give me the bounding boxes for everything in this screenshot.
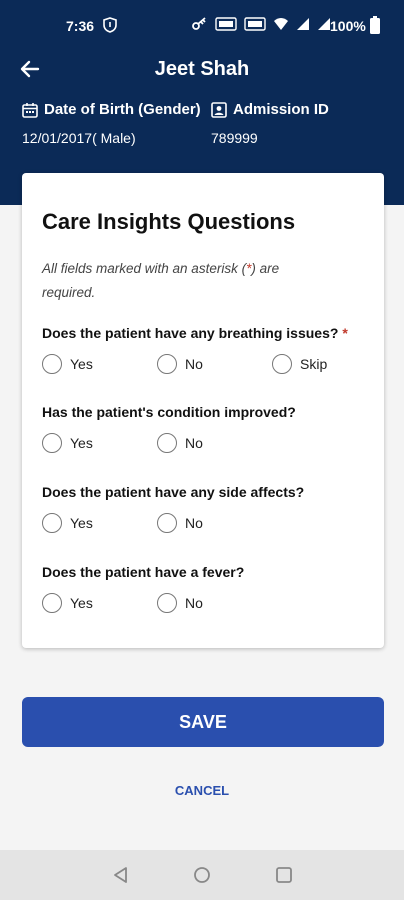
dob-label-text: Date of Birth (Gender) bbox=[44, 101, 201, 118]
status-time: 7:36 bbox=[66, 18, 95, 34]
required-note: All fields marked with an asterisk (*) a… bbox=[42, 257, 332, 305]
option-side-effects-yes[interactable]: Yes bbox=[42, 513, 93, 533]
status-icons bbox=[192, 17, 331, 31]
volte2-icon bbox=[244, 17, 266, 31]
admission-label-text: Admission ID bbox=[233, 101, 329, 118]
question-side-effects: Does the patient have any side affects? bbox=[42, 484, 304, 500]
option-condition-no[interactable]: No bbox=[157, 433, 203, 453]
required-asterisk: * bbox=[342, 325, 348, 341]
volte-icon bbox=[215, 17, 237, 31]
shield-icon bbox=[103, 17, 117, 33]
option-label: Yes bbox=[70, 435, 93, 451]
status-bar: 7:36 100% bbox=[0, 0, 404, 50]
system-nav-bar bbox=[0, 850, 404, 900]
radio-button[interactable] bbox=[157, 593, 177, 613]
option-side-effects-no[interactable]: No bbox=[157, 513, 203, 533]
question-fever: Does the patient have a fever? bbox=[42, 564, 244, 580]
key-icon bbox=[192, 17, 206, 30]
wifi-icon bbox=[274, 18, 288, 30]
question-text: Does the patient have a fever? bbox=[42, 564, 245, 580]
card-title: Care Insights Questions bbox=[42, 209, 296, 234]
id-badge-icon bbox=[211, 101, 227, 118]
page-title: Jeet Shah bbox=[154, 58, 250, 80]
question-text: Does the patient have any side affects? bbox=[42, 484, 305, 500]
dob-label: Date of Birth (Gender) bbox=[22, 101, 201, 118]
questions-card: Care Insights Questions All fields marke… bbox=[22, 173, 384, 648]
option-label: No bbox=[185, 356, 203, 372]
option-label: No bbox=[185, 595, 203, 611]
option-label: Skip bbox=[300, 356, 328, 372]
required-note-text-1: All fields marked with an asterisk ( bbox=[42, 261, 247, 276]
option-label: Yes bbox=[70, 356, 93, 372]
option-breathing-skip[interactable]: Skip bbox=[272, 354, 327, 374]
option-fever-yes[interactable]: Yes bbox=[42, 593, 93, 613]
circle-home-icon[interactable] bbox=[193, 866, 211, 884]
admission-label: Admission ID bbox=[211, 101, 329, 118]
radio-button[interactable] bbox=[42, 433, 62, 453]
dob-value: 12/01/2017( Male) bbox=[22, 130, 136, 146]
radio-button[interactable] bbox=[42, 513, 62, 533]
option-breathing-no[interactable]: No bbox=[157, 354, 203, 374]
option-label: Yes bbox=[70, 595, 93, 611]
question-condition: Has the patient's condition improved? bbox=[42, 404, 296, 420]
option-condition-yes[interactable]: Yes bbox=[42, 433, 93, 453]
battery-percent: 100% bbox=[330, 18, 366, 34]
radio-button[interactable] bbox=[157, 433, 177, 453]
radio-button[interactable] bbox=[157, 354, 177, 374]
save-button[interactable]: SAVE bbox=[22, 697, 384, 747]
signal2-icon bbox=[318, 18, 330, 30]
option-breathing-yes[interactable]: Yes bbox=[42, 354, 93, 374]
question-text: Does the patient have any breathing issu… bbox=[42, 325, 339, 341]
battery-icon bbox=[370, 16, 380, 34]
radio-button[interactable] bbox=[42, 593, 62, 613]
admission-value: 789999 bbox=[211, 130, 258, 146]
option-label: No bbox=[185, 435, 203, 451]
option-fever-no[interactable]: No bbox=[157, 593, 203, 613]
radio-button[interactable] bbox=[42, 354, 62, 374]
signal-icon bbox=[297, 18, 309, 30]
triangle-back-icon[interactable] bbox=[112, 866, 130, 884]
question-breathing: Does the patient have any breathing issu… bbox=[42, 325, 348, 341]
option-label: No bbox=[185, 515, 203, 531]
radio-button[interactable] bbox=[157, 513, 177, 533]
radio-button[interactable] bbox=[272, 354, 292, 374]
calendar-icon bbox=[22, 102, 38, 118]
question-text: Has the patient's condition improved? bbox=[42, 404, 296, 420]
cancel-button[interactable]: CANCEL bbox=[0, 783, 404, 798]
square-recents-icon[interactable] bbox=[275, 866, 293, 884]
option-label: Yes bbox=[70, 515, 93, 531]
